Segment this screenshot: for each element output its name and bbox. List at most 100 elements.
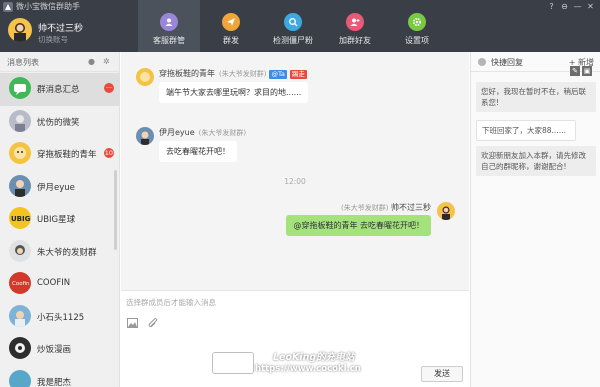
image-icon[interactable] xyxy=(127,318,138,328)
avatar xyxy=(8,18,32,42)
conversation-name: COOFIN xyxy=(37,278,71,288)
quick-reply-header: 快捷回复 + 新增 xyxy=(471,52,600,72)
attachment-icon[interactable] xyxy=(148,318,159,328)
list-item[interactable]: UBIG UBIG星球 xyxy=(0,203,120,236)
composer-toolbar xyxy=(127,318,159,328)
watermark-text: LeoKing的充电站 xyxy=(273,352,355,363)
app-logo-icon xyxy=(3,2,13,12)
svg-text:Coofin: Coofin xyxy=(12,281,30,287)
message-bubble: 端午节大家去哪里玩啊？求目的地...... xyxy=(159,82,309,103)
sender-name: 帅不过三秒 xyxy=(391,203,431,212)
list-item[interactable]: Coofin COOFIN xyxy=(0,268,120,301)
delete-icon[interactable]: ▣ xyxy=(582,66,592,76)
message-list-header: 消息列表 ● ✲ xyxy=(0,52,119,72)
close-button[interactable]: ✕ xyxy=(585,1,596,12)
gear-icon xyxy=(408,13,426,31)
sender-group: (朱大爷发财群) xyxy=(340,204,389,212)
send-button[interactable]: 发送 xyxy=(421,366,463,382)
conversation-name: 朱大爷的发财群 xyxy=(37,247,97,258)
message-sender: 伊月eyue (朱大爷发财群) xyxy=(159,127,246,138)
tab-settings[interactable]: 设置项 xyxy=(386,0,448,52)
watermark-logo xyxy=(213,353,253,373)
tab-label: 客服群管 xyxy=(153,36,185,45)
tab-broadcast[interactable]: 群发 xyxy=(200,0,262,52)
tab-add-friends[interactable]: 加群好友 xyxy=(324,0,386,52)
quick-reply-item[interactable]: 下班回家了，大家88...... xyxy=(476,120,576,141)
message-bubble: 去吃春曜花开吧！ xyxy=(159,141,237,162)
list-item[interactable]: 我是肥杰 xyxy=(0,366,120,387)
edit-icon[interactable]: ✎ xyxy=(570,66,580,76)
message-timestamp: 12:00 xyxy=(284,177,306,186)
my-message-bubble: @穿拖板鞋的青年 去吃春曜花开吧！ xyxy=(286,215,431,236)
chat-bubble-icon xyxy=(9,77,31,99)
tab-detect-zombie[interactable]: 检测僵尸粉 xyxy=(262,0,324,52)
app-title: 微小宝微信群助手 xyxy=(16,2,80,11)
list-item[interactable]: 朱大爷的发财群 xyxy=(0,236,120,269)
quick-reply-item[interactable]: 您好，我现在暂时不在，稍后联系您! xyxy=(476,82,596,112)
sender-name: 伊月eyue xyxy=(159,128,195,137)
conversation-name: UBIG星球 xyxy=(37,215,76,225)
scrollbar[interactable] xyxy=(114,170,117,250)
list-item[interactable]: 忧伤的微笑 xyxy=(0,106,120,139)
tab-label: 加群好友 xyxy=(339,36,371,45)
unread-badge: 10 xyxy=(103,148,114,158)
tab-label: 群发 xyxy=(223,36,239,45)
chat-settings-icon[interactable]: ● xyxy=(88,57,97,66)
quick-reply-panel: 快捷回复 + 新增 您好，我现在暂时不在，稍后联系您! 下班回家了，大家88..… xyxy=(470,52,600,387)
watermark-url: https://www.cocokl.cn xyxy=(255,364,361,374)
avatar xyxy=(136,68,154,86)
avatar xyxy=(9,304,31,327)
help-button[interactable]: ? xyxy=(546,1,557,12)
svg-text:UBIG: UBIG xyxy=(11,215,31,223)
settings-button[interactable]: ⊖ xyxy=(559,1,570,12)
main-nav: 客服群管 群发 检测僵尸粉 加群好友 设置项 xyxy=(138,0,448,52)
conversation-name: 炒饭漫画 xyxy=(37,345,72,355)
top-bar: 微小宝微信群助手 ? ⊖ — ✕ 帅不过三秒 切换账号 客服群管 群发 检测僵尸… xyxy=(0,0,600,52)
avatar xyxy=(437,202,455,220)
list-item[interactable]: 伊月eyue xyxy=(0,171,120,204)
list-item[interactable]: 炒饭漫画 xyxy=(0,333,120,366)
avatar xyxy=(9,369,31,387)
message-input[interactable]: 选择群成员后才能输入消息 xyxy=(126,297,216,308)
avatar xyxy=(136,127,154,145)
message-sender: (朱大爷发财群) 帅不过三秒 xyxy=(337,202,431,213)
avatar xyxy=(9,337,31,359)
chat-bubble-icon xyxy=(477,57,487,67)
list-item[interactable]: 穿拖板鞋的青年 10 xyxy=(0,138,120,171)
conversation-list: 群消息汇总 ··· 忧伤的微笑 穿拖板鞋的青年 10 伊月eyue UBIG U… xyxy=(0,73,120,387)
minimize-button[interactable]: — xyxy=(572,1,583,12)
conversation-name: 伊月eyue xyxy=(37,182,75,193)
sender-group: (朱大爷发财群) xyxy=(219,70,267,78)
tab-customer-service[interactable]: 客服群管 xyxy=(138,0,200,52)
conversation-name: 小石头1125 xyxy=(37,312,85,323)
message-sender: 穿拖板鞋的青年 (朱大爷发财群) @Ta 踢走 xyxy=(159,68,307,79)
tab-label: 设置项 xyxy=(405,36,429,45)
list-item[interactable]: 小石头1125 xyxy=(0,301,120,334)
quick-reply-item[interactable]: 欢迎新朋友加入本群，请先修改自己的群昵称，谢谢配合! xyxy=(476,146,596,176)
list-item[interactable]: 群消息汇总 ··· xyxy=(0,73,120,106)
send-icon xyxy=(222,13,240,31)
avatar xyxy=(9,239,31,262)
add-friend-icon xyxy=(346,13,364,31)
message-list-panel: 消息列表 ● ✲ 群消息汇总 ··· 忧伤的微笑 穿拖板鞋的青年 10 伊月ey… xyxy=(0,52,120,387)
avatar xyxy=(9,109,31,132)
switch-account-link[interactable]: 切换账号 xyxy=(38,34,68,45)
avatar xyxy=(9,174,31,197)
conversation-name: 我是肥杰 xyxy=(37,377,72,387)
window-controls: ? ⊖ — ✕ xyxy=(546,1,596,12)
avatar: Coofin xyxy=(9,272,31,294)
conversation-name: 群消息汇总 xyxy=(37,85,80,95)
kick-tag-button[interactable]: 踢走 xyxy=(289,70,307,79)
watermark: LeoKing的充电站 https://www.cocokl.cn xyxy=(205,349,395,383)
gear-icon[interactable]: ✲ xyxy=(103,57,112,66)
conversation-name: 忧伤的微笑 xyxy=(37,117,80,128)
message-list-title: 消息列表 xyxy=(7,58,39,67)
quick-reply-title: 快捷回复 xyxy=(491,58,523,67)
people-icon xyxy=(160,13,178,31)
mention-tag-button[interactable]: @Ta xyxy=(269,70,287,79)
account-profile[interactable]: 帅不过三秒 切换账号 xyxy=(8,16,138,48)
sender-group: (朱大爷发财群) xyxy=(198,129,247,137)
detect-icon xyxy=(284,13,302,31)
sender-name: 穿拖板鞋的青年 xyxy=(159,69,215,78)
conversation-name: 穿拖板鞋的青年 xyxy=(37,150,97,160)
